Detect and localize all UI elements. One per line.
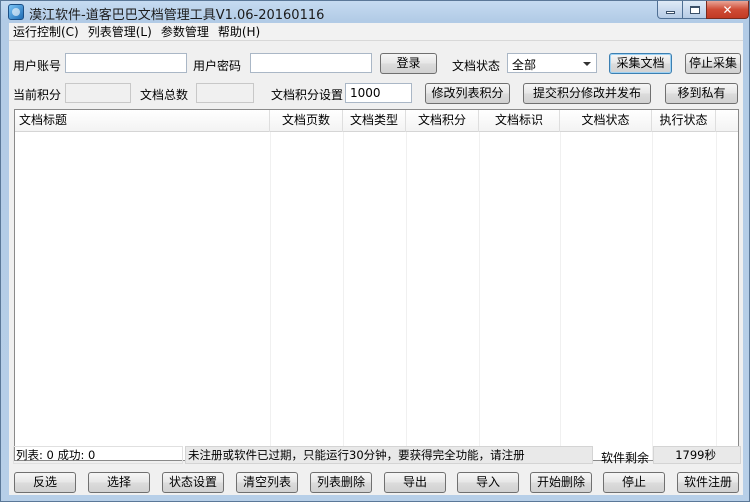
table-header: 文档标题 文档页数 文档类型 文档积分 文档标识 文档状态 执行状态: [15, 110, 738, 132]
column-divider: [270, 132, 271, 460]
column-divider: [560, 132, 561, 460]
close-icon: ✕: [722, 2, 733, 17]
col-doc-pages[interactable]: 文档页数: [270, 110, 343, 132]
stop-collect-button[interactable]: 停止采集: [685, 53, 741, 74]
menu-run-control[interactable]: 运行控制(C): [9, 23, 84, 40]
doc-status-value: 全部: [512, 58, 537, 72]
password-input[interactable]: [250, 53, 372, 73]
menu-help[interactable]: 帮助(H): [214, 23, 265, 40]
remaining-time-value: 1799秒: [653, 446, 741, 464]
current-points-field: [65, 83, 131, 103]
window-title: 漠江软件-道客巴巴文档管理工具V1.06-20160116: [29, 8, 325, 23]
remaining-label: 软件剩余: [601, 451, 650, 465]
menu-parameter-management[interactable]: 参数管理: [157, 23, 214, 40]
chevron-down-icon: [583, 62, 591, 66]
menu-bar: 运行控制(C) 列表管理(L) 参数管理 帮助(H): [9, 23, 743, 41]
modify-list-points-button[interactable]: 修改列表积分: [425, 83, 510, 104]
start-delete-button[interactable]: 开始删除: [530, 472, 592, 493]
column-divider: [406, 132, 407, 460]
client-area: 运行控制(C) 列表管理(L) 参数管理 帮助(H) 用户账号 用户密码 登录 …: [9, 23, 743, 495]
points-setting-input[interactable]: [345, 83, 412, 103]
submit-points-publish-button[interactable]: 提交积分修改并发布: [523, 83, 651, 104]
delete-list-button[interactable]: 列表删除: [310, 472, 372, 493]
column-divider: [716, 132, 717, 460]
menu-list-management[interactable]: 列表管理(L): [84, 23, 157, 40]
move-to-private-button[interactable]: 移到私有: [665, 83, 738, 104]
close-button[interactable]: ✕: [706, 1, 749, 19]
column-divider: [652, 132, 653, 460]
collect-docs-button[interactable]: 采集文档: [609, 53, 672, 74]
points-setting-label: 文档积分设置: [271, 88, 344, 102]
account-input[interactable]: [65, 53, 187, 73]
col-filler: [716, 110, 738, 132]
clear-list-button[interactable]: 清空列表: [236, 472, 298, 493]
minimize-icon: [665, 11, 675, 14]
account-label: 用户账号: [13, 59, 62, 73]
registration-notice: 未注册或软件已过期，只能运行30分钟，要获得完全功能，请注册: [185, 446, 593, 464]
register-software-button[interactable]: 软件注册: [677, 472, 739, 493]
doc-total-label: 文档总数: [140, 88, 189, 102]
col-doc-id[interactable]: 文档标识: [479, 110, 560, 132]
doc-total-field: [196, 83, 254, 103]
maximize-icon: [689, 5, 700, 14]
select-button[interactable]: 选择: [88, 472, 150, 493]
col-doc-status[interactable]: 文档状态: [560, 110, 652, 132]
password-label: 用户密码: [193, 59, 242, 73]
doc-status-select[interactable]: 全部: [507, 53, 597, 73]
main-window: 漠江软件-道客巴巴文档管理工具V1.06-20160116 ✕ 运行控制(C) …: [0, 0, 750, 502]
title-bar[interactable]: 漠江软件-道客巴巴文档管理工具V1.06-20160116 ✕: [1, 1, 749, 23]
stop-button[interactable]: 停止: [603, 472, 665, 493]
col-exec-status[interactable]: 执行状态: [652, 110, 716, 132]
invert-selection-button[interactable]: 反选: [14, 472, 76, 493]
column-divider: [343, 132, 344, 460]
col-doc-title[interactable]: 文档标题: [15, 110, 270, 132]
app-icon: [8, 4, 24, 20]
login-button[interactable]: 登录: [380, 53, 437, 74]
status-setting-button[interactable]: 状态设置: [162, 472, 224, 493]
current-points-label: 当前积分: [13, 88, 62, 102]
import-button[interactable]: 导入: [457, 472, 519, 493]
col-doc-type[interactable]: 文档类型: [343, 110, 406, 132]
col-doc-points[interactable]: 文档积分: [406, 110, 479, 132]
list-count-status: 列表: 0 成功: 0: [13, 446, 183, 464]
maximize-button[interactable]: [682, 1, 707, 19]
document-table[interactable]: 文档标题 文档页数 文档类型 文档积分 文档标识 文档状态 执行状态: [14, 109, 739, 461]
doc-status-label: 文档状态: [452, 59, 501, 73]
minimize-button[interactable]: [657, 1, 683, 19]
export-button[interactable]: 导出: [384, 472, 446, 493]
column-divider: [479, 132, 480, 460]
